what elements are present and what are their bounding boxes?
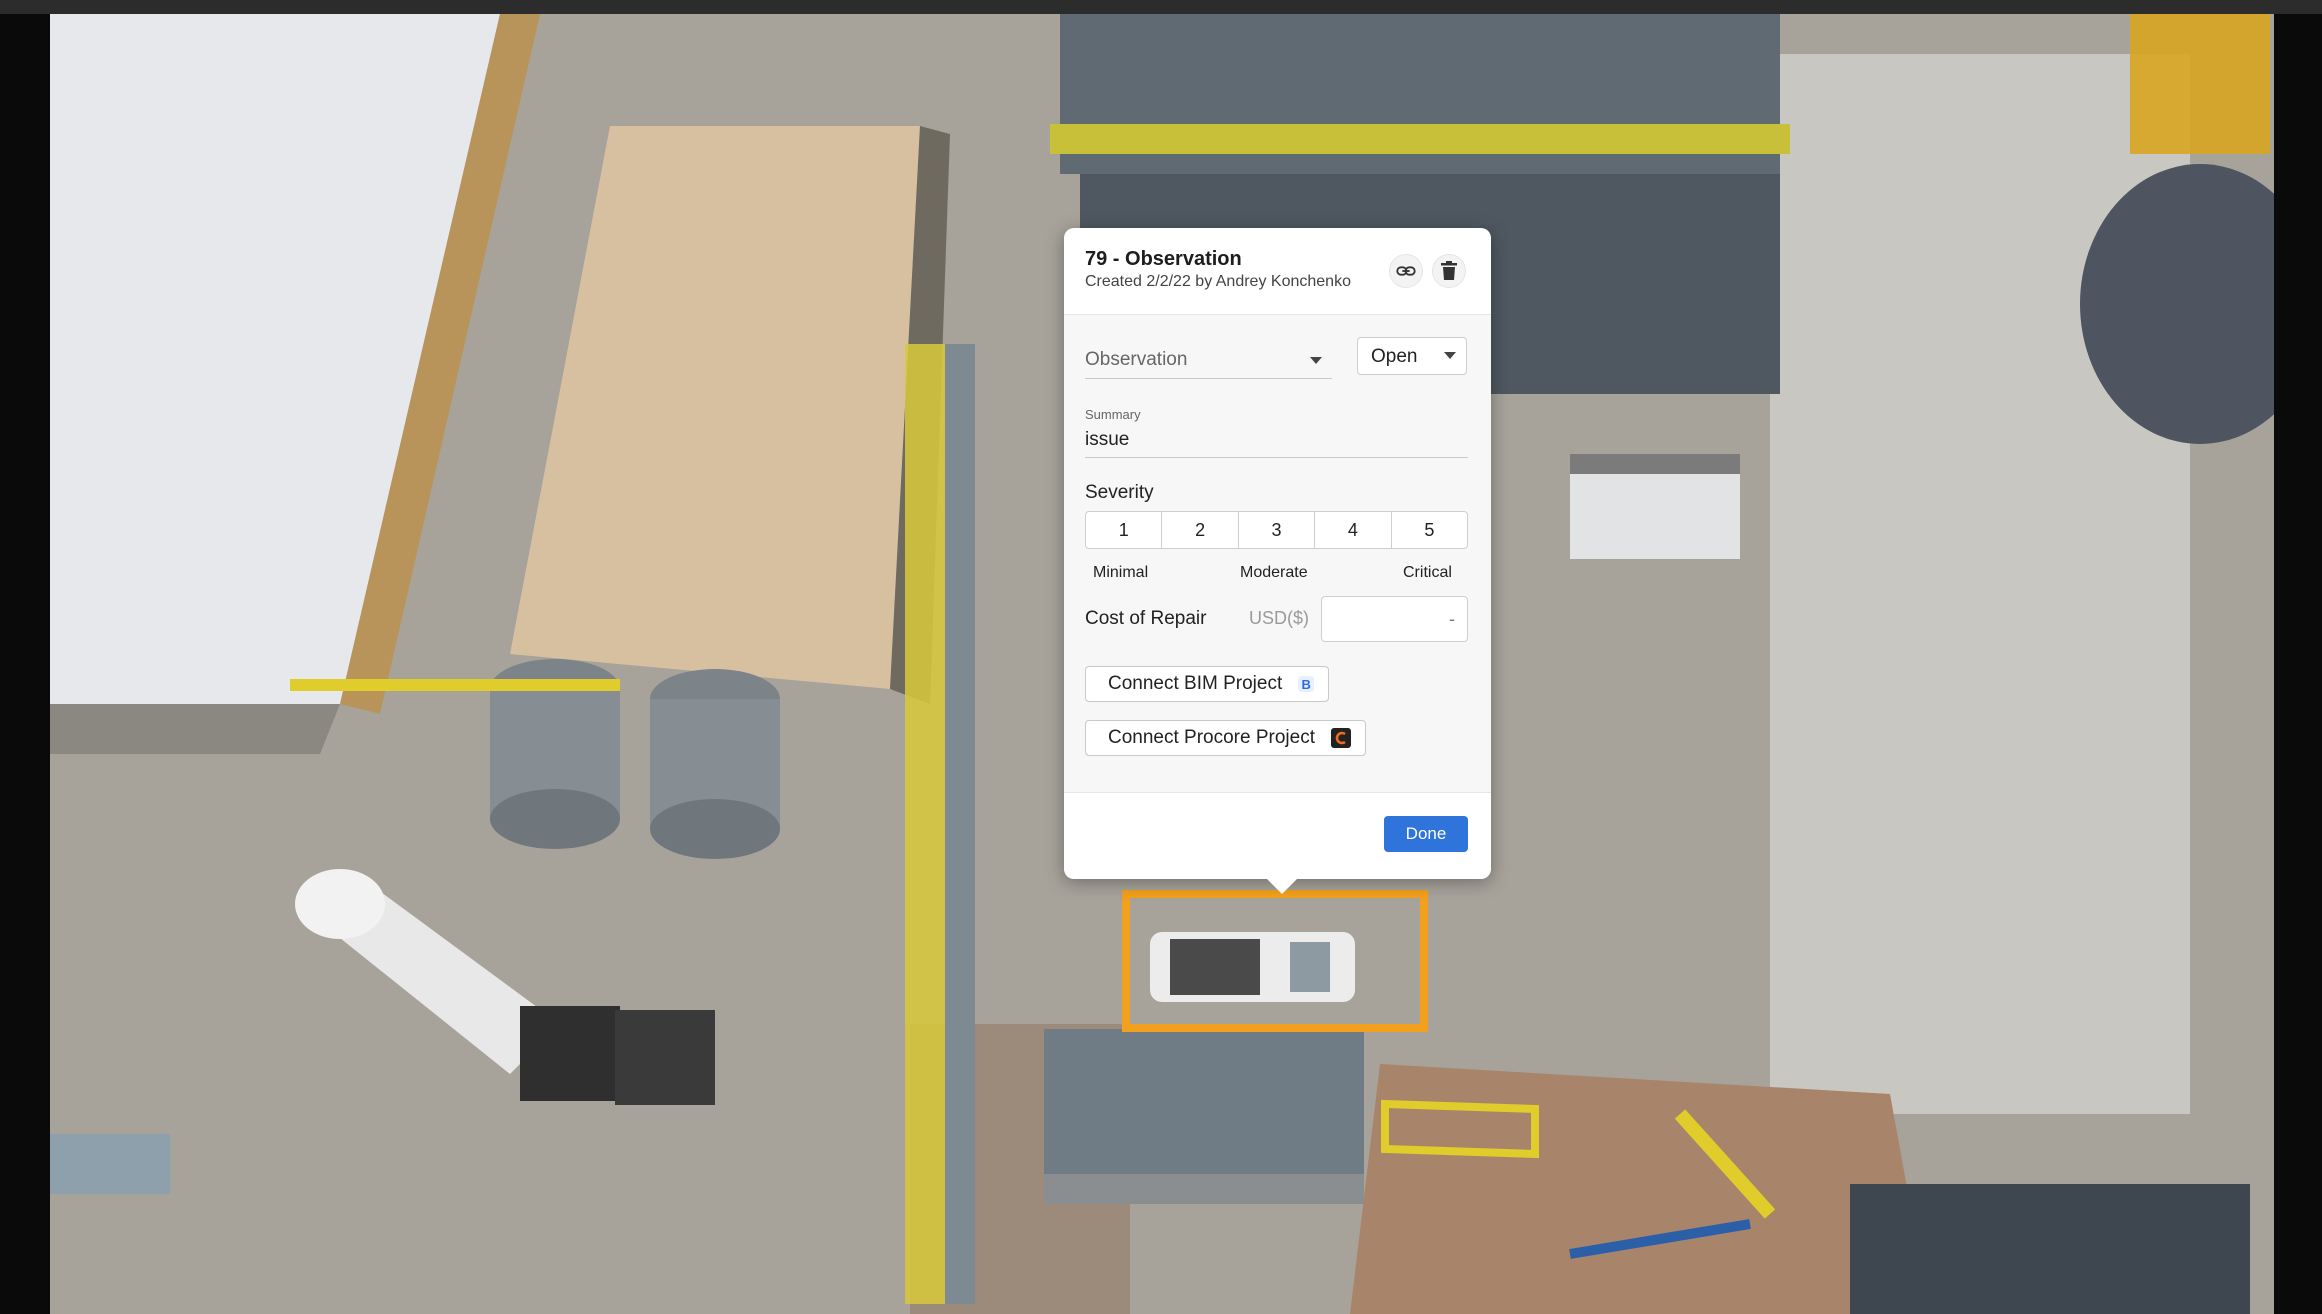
severity-caption-minimal: Minimal (1093, 564, 1149, 581)
selection-box[interactable] (1122, 890, 1428, 1032)
cost-of-repair-label: Cost of Repair (1085, 608, 1207, 629)
connect-procore-button[interactable]: Connect Procore Project (1085, 720, 1366, 756)
observation-type-value: Observation (1085, 349, 1188, 370)
status-select[interactable]: Open (1357, 337, 1467, 375)
top-bar (0, 0, 2322, 14)
severity-caption-moderate: Moderate (1240, 564, 1308, 581)
observation-type-select[interactable]: Observation (1085, 341, 1332, 379)
connect-bim-button[interactable]: Connect BIM Project B (1085, 666, 1330, 702)
trash-icon (1441, 261, 1457, 280)
severity-option-3[interactable]: 3 (1239, 512, 1316, 548)
connect-procore-label: Connect Procore Project (1108, 727, 1315, 748)
link-icon (1396, 266, 1416, 276)
aerial-image-viewer[interactable]: 79 - Observation Created 2/2/22 by Andre… (50, 14, 2274, 1314)
chevron-down-icon (1310, 357, 1322, 364)
bim-logo-icon: B (1298, 676, 1315, 692)
connect-bim-label: Connect BIM Project (1108, 673, 1283, 694)
cost-of-repair-input[interactable] (1321, 596, 1468, 642)
popup-pointer (1264, 876, 1300, 894)
cost-currency: USD($) (1249, 608, 1310, 628)
created-info: Created 2/2/22 by Andrey Konchenko (1085, 273, 1351, 290)
procore-logo-icon (1331, 728, 1351, 748)
severity-label: Severity (1085, 482, 1154, 503)
severity-option-4[interactable]: 4 (1315, 512, 1392, 548)
severity-option-1[interactable]: 1 (1086, 512, 1163, 548)
chevron-down-icon (1444, 352, 1456, 359)
severity-option-2[interactable]: 2 (1162, 512, 1239, 548)
delete-button[interactable] (1432, 254, 1466, 288)
summary-label: Summary (1085, 407, 1141, 422)
popup-body: Observation Open Summary Severity 1 2 3 … (1064, 315, 1491, 792)
summary-input[interactable] (1085, 423, 1468, 458)
severity-selector: 1 2 3 4 5 (1085, 511, 1468, 549)
observation-popup: 79 - Observation Created 2/2/22 by Andre… (1064, 228, 1491, 894)
popup-header: 79 - Observation Created 2/2/22 by Andre… (1064, 228, 1491, 315)
severity-option-5[interactable]: 5 (1392, 512, 1467, 548)
done-button[interactable]: Done (1384, 816, 1468, 852)
status-value: Open (1371, 346, 1418, 367)
observation-title: 79 - Observation (1085, 248, 1242, 270)
popup-footer: Done (1064, 792, 1491, 879)
copy-link-button[interactable] (1389, 254, 1423, 288)
severity-caption-critical: Critical (1403, 564, 1452, 581)
